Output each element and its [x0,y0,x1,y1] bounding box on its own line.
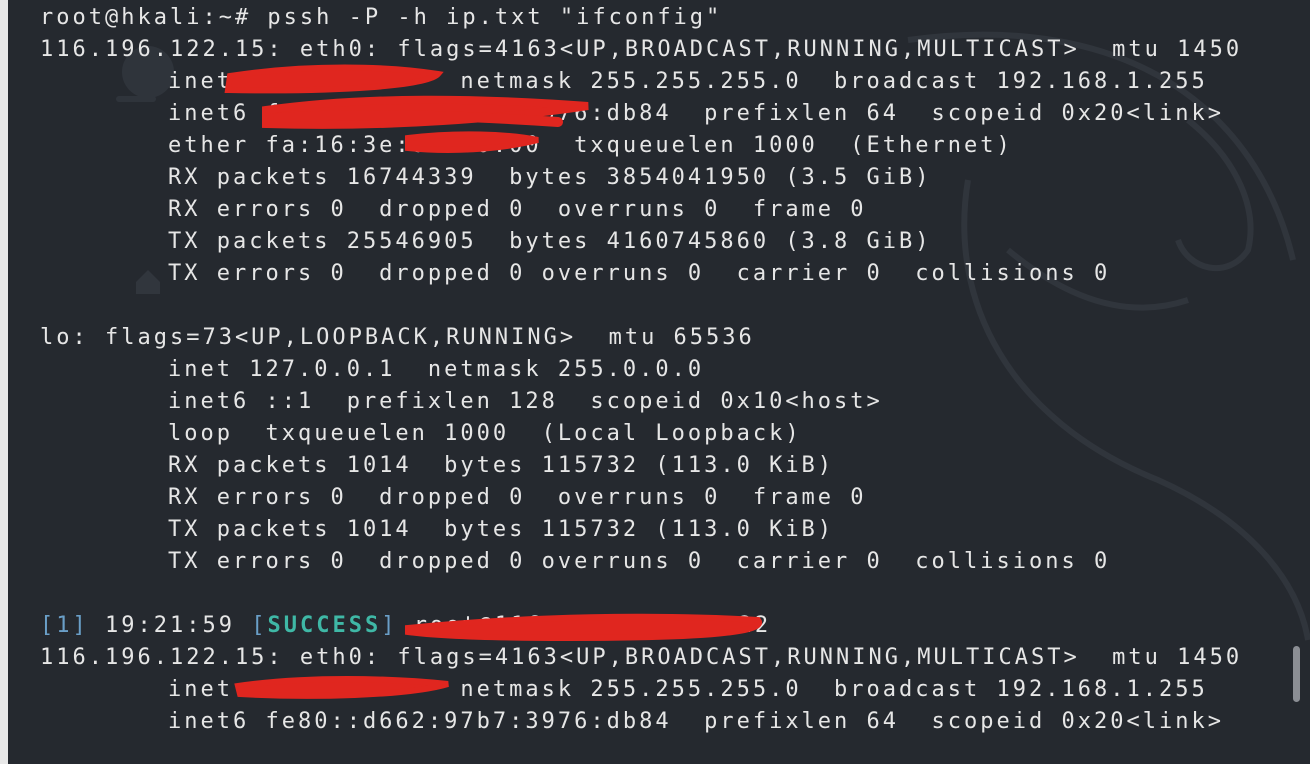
output-line: ether fa:16:3e:80:00:00 txqueuelen 1000 … [168,133,1013,158]
output-line: RX packets 16744339 bytes 3854041950 (3.… [168,165,932,190]
output-line: RX errors 0 dropped 0 overruns 0 frame 0 [168,197,867,222]
status-time: 19:21:59 [105,613,235,638]
status-line: [1] 19:21:59 [SUCCESS] root@116.196.122.… [40,613,772,638]
status-index: 1 [56,613,73,638]
output-line: inet netmask 255.255.255.0 broadcast 192… [168,677,1208,702]
output-line: inet 127.0.0.1 netmask 255.0.0.0 [168,357,705,382]
command-line: root@hkali:~# pssh -P -h ip.txt "ifconfi… [40,5,723,30]
output-line: RX errors 0 dropped 0 overruns 0 frame 0 [168,485,867,510]
output-line: lo: flags=73<UP,LOOPBACK,RUNNING> mtu 65… [40,325,755,350]
output-line: inet6 fe80::d662:97b7:3976:db84 prefixle… [168,709,1224,734]
output-line: 116.196.122.15: eth0: flags=4163<UP,BROA… [40,37,1243,62]
output-line: loop txqueuelen 1000 (Local Loopback) [168,421,802,446]
output-line: TX errors 0 dropped 0 overruns 0 carrier… [168,549,1111,574]
output-line: 116.196.122.15: eth0: flags=4163<UP,BROA… [40,645,1243,670]
output-line: inet netmask 255.255.255.0 broadcast 192… [168,69,1208,94]
status-host: root@116.196.122.15:22 [413,613,772,638]
output-line: inet6 ::1 prefixlen 128 scopeid 0x10<hos… [168,389,883,414]
output-line: TX packets 25546905 bytes 4160745860 (3.… [168,229,932,254]
vertical-scrollbar[interactable] [1293,646,1300,702]
terminal-window[interactable]: root@hkali:~# pssh -P -h ip.txt "ifconfi… [8,0,1310,764]
status-success-badge: SUCCESS [267,613,382,638]
output-line: inet6 fe80::d662:97b7:3976:db84 prefixle… [168,101,1224,126]
terminal-output[interactable]: root@hkali:~# pssh -P -h ip.txt "ifconfi… [8,0,1310,764]
output-line: RX packets 1014 bytes 115732 (113.0 KiB) [168,453,835,478]
output-line: TX packets 1014 bytes 115732 (113.0 KiB) [168,517,835,542]
output-line: TX errors 0 dropped 0 overruns 0 carrier… [168,261,1111,286]
background-window-strip [0,0,8,764]
